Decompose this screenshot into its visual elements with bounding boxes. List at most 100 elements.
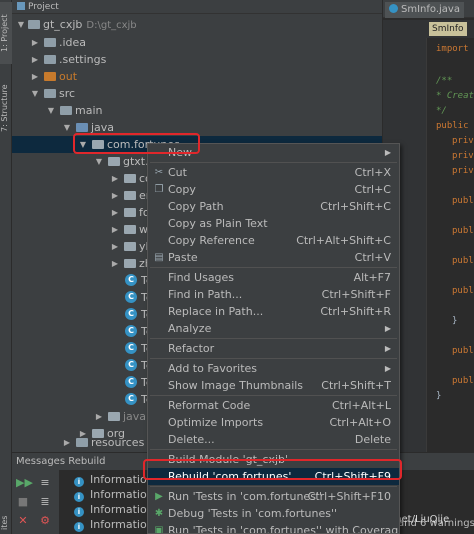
tree-item-idea[interactable]: ▶ .idea bbox=[12, 34, 382, 51]
tree-item-main[interactable]: ▼ main bbox=[12, 102, 382, 119]
collapse-arrow-icon[interactable]: ▼ bbox=[46, 102, 56, 119]
menu-item-shortcut: Ctrl+Alt+L bbox=[331, 399, 391, 412]
collapse-all-icon[interactable]: ≣ bbox=[38, 495, 52, 509]
menu-item-label: Debug 'Tests in 'com.fortunes'' bbox=[168, 507, 338, 520]
menu-item-label: Paste bbox=[168, 251, 198, 264]
menu-item-find-in-path[interactable]: Find in Path... Ctrl+Shift+F bbox=[148, 286, 399, 303]
expand-arrow-icon[interactable]: ▶ bbox=[30, 34, 40, 51]
excluded-folder-icon bbox=[44, 72, 56, 81]
menu-item-label: Copy as Plain Text bbox=[168, 217, 268, 230]
menu-item-paste[interactable]: ▤ Paste Ctrl+V bbox=[148, 249, 399, 266]
expand-all-icon[interactable]: ≡ bbox=[38, 476, 52, 490]
package-icon bbox=[108, 412, 120, 421]
tree-item-settings[interactable]: ▶ .settings bbox=[12, 51, 382, 68]
expand-arrow-icon[interactable]: ▶ bbox=[110, 221, 120, 238]
code-line: publ bbox=[452, 196, 474, 206]
menu-item-optimize-imports[interactable]: Optimize Imports Ctrl+Alt+O bbox=[148, 414, 399, 431]
collapse-arrow-icon[interactable]: ▼ bbox=[30, 85, 40, 102]
code-line: publ bbox=[452, 226, 474, 236]
message-item[interactable]: i Information: bbox=[74, 517, 157, 532]
collapse-arrow-icon[interactable]: ▼ bbox=[94, 153, 104, 170]
menu-item-reformat-code[interactable]: Reformat Code Ctrl+Alt+L bbox=[148, 397, 399, 414]
menu-item-copy-reference[interactable]: Copy Reference Ctrl+Alt+Shift+C bbox=[148, 232, 399, 249]
message-item[interactable]: i Information: bbox=[74, 487, 157, 502]
menu-item-label: Refactor bbox=[168, 342, 215, 355]
menu-item-cut[interactable]: ✂ Cut Ctrl+X bbox=[148, 164, 399, 181]
menu-item-show-image-thumbnails[interactable]: Show Image Thumbnails Ctrl+Shift+T bbox=[148, 377, 399, 394]
menu-item-replace-in-path[interactable]: Replace in Path... Ctrl+Shift+R bbox=[148, 303, 399, 320]
code-line: publ bbox=[452, 376, 474, 386]
run-icon: ▶ bbox=[155, 491, 163, 502]
expand-arrow-icon[interactable]: ▶ bbox=[110, 170, 120, 187]
menu-item-delete[interactable]: Delete... Delete bbox=[148, 431, 399, 448]
expand-arrow-icon[interactable]: ▶ bbox=[30, 51, 40, 68]
menu-item-shortcut: Ctrl+Shift+R bbox=[320, 305, 391, 318]
menu-item-find-usages[interactable]: Find Usages Alt+F7 bbox=[148, 269, 399, 286]
menu-item-shortcut: Ctrl+Alt+Shift+C bbox=[296, 234, 391, 247]
tree-root-path: D:\gt_cxjb bbox=[86, 20, 137, 31]
menu-item-shortcut: Ctrl+Shift+F bbox=[321, 288, 391, 301]
expand-arrow-icon[interactable]: ▶ bbox=[110, 187, 120, 204]
menu-item-refactor[interactable]: Refactor ▶ bbox=[148, 340, 399, 357]
code-line: /** bbox=[436, 76, 453, 86]
favorites-tool-tab[interactable]: ites bbox=[0, 512, 12, 534]
project-panel-header[interactable]: Project bbox=[12, 0, 382, 14]
tree-item-root[interactable]: ▼ gt_cxjb D:\gt_cxjb bbox=[12, 16, 382, 33]
stop-icon[interactable]: ■ bbox=[16, 495, 30, 509]
menu-item-label: Optimize Imports bbox=[168, 416, 264, 429]
code-line: * Creat bbox=[436, 91, 474, 101]
submenu-arrow-icon: ▶ bbox=[384, 344, 391, 353]
menu-item-copy[interactable]: ❐ Copy Ctrl+C bbox=[148, 181, 399, 198]
menu-item-run-with-coverage[interactable]: ▣ Run 'Tests in 'com.fortunes'' with Cov… bbox=[148, 522, 399, 533]
folder-icon bbox=[60, 106, 72, 115]
menu-item-analyze[interactable]: Analyze ▶ bbox=[148, 320, 399, 337]
tree-item-src[interactable]: ▼ src bbox=[12, 85, 382, 102]
settings-icon[interactable]: ⚙ bbox=[38, 514, 52, 528]
tree-item-out[interactable]: ▶ out bbox=[12, 68, 382, 85]
expand-arrow-icon[interactable]: ▶ bbox=[110, 238, 120, 255]
debug-icon: ✱ bbox=[154, 508, 164, 519]
menu-item-shortcut: Ctrl+X bbox=[354, 166, 391, 179]
scissors-icon: ✂ bbox=[154, 167, 164, 178]
expand-arrow-icon[interactable]: ▶ bbox=[110, 255, 120, 272]
menu-item-label: Show Image Thumbnails bbox=[168, 379, 304, 392]
collapse-arrow-icon[interactable]: ▼ bbox=[62, 119, 72, 136]
collapse-arrow-icon[interactable]: ▼ bbox=[16, 16, 26, 33]
info-icon: i bbox=[74, 507, 84, 517]
code-line: */ bbox=[436, 106, 447, 116]
breadcrumb-item[interactable]: SmInfo bbox=[429, 22, 467, 36]
expand-arrow-icon[interactable]: ▶ bbox=[30, 68, 40, 85]
class-icon: C bbox=[125, 376, 137, 388]
project-tool-tab[interactable]: 1: Project bbox=[0, 2, 12, 64]
editor-tab-sminfo[interactable]: SmInfo.java bbox=[385, 2, 464, 18]
editor-tab-label: SmInfo.java bbox=[401, 4, 460, 15]
expand-arrow-icon[interactable]: ▶ bbox=[110, 204, 120, 221]
message-item[interactable]: i Information: bbox=[74, 502, 157, 517]
menu-item-run-tests[interactable]: ▶ Run 'Tests in 'com.fortunes'' Ctrl+Shi… bbox=[148, 488, 399, 505]
project-icon bbox=[17, 2, 25, 10]
expand-arrow-icon[interactable]: ▶ bbox=[62, 434, 72, 451]
source-folder-icon bbox=[76, 123, 88, 132]
tree-root-name: gt_cxjb bbox=[43, 18, 83, 31]
rerun-icon[interactable]: ▶▶ bbox=[16, 476, 33, 490]
menu-item-copy-path[interactable]: Copy Path Ctrl+Shift+C bbox=[148, 198, 399, 215]
menu-item-shortcut: Ctrl+C bbox=[354, 183, 391, 196]
menu-separator bbox=[150, 162, 397, 163]
menu-item-copy-plain-text[interactable]: Copy as Plain Text bbox=[148, 215, 399, 232]
code-editor[interactable]: import c /** * Creat */ public c priv pr… bbox=[428, 38, 474, 452]
editor-breadcrumb-bar: SmInfo bbox=[383, 20, 474, 38]
menu-item-debug-tests[interactable]: ✱ Debug 'Tests in 'com.fortunes'' bbox=[148, 505, 399, 522]
structure-tool-tab[interactable]: 7: Structure bbox=[0, 72, 12, 144]
code-line: publ bbox=[452, 286, 474, 296]
menu-item-shortcut: Ctrl+V bbox=[354, 251, 391, 264]
close-icon[interactable]: ✕ bbox=[16, 514, 30, 528]
code-line: publ bbox=[452, 346, 474, 356]
menu-item-label: Analyze bbox=[168, 322, 212, 335]
folder-icon bbox=[44, 38, 56, 47]
menu-item-add-to-favorites[interactable]: Add to Favorites ▶ bbox=[148, 360, 399, 377]
expand-arrow-icon[interactable]: ▶ bbox=[94, 408, 104, 425]
menu-item-label: Add to Favorites bbox=[168, 362, 258, 375]
menu-item-shortcut: Ctrl+Shift+C bbox=[320, 200, 391, 213]
class-icon: C bbox=[125, 291, 137, 303]
menu-item-label: Reformat Code bbox=[168, 399, 251, 412]
